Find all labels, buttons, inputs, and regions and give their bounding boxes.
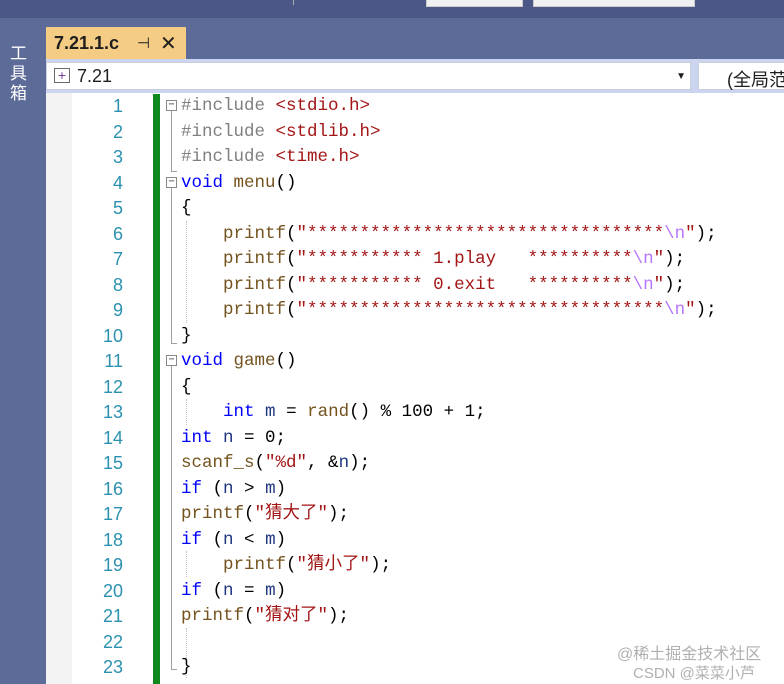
chevron-down-icon[interactable]: ▼ — [676, 71, 686, 82]
tab-title: 7.21.1.c — [54, 33, 120, 53]
watermark-csdn: CSDN @菜菜小芦 — [633, 665, 755, 682]
line-number: 21 — [102, 606, 123, 626]
code-text[interactable]: printf("********************************… — [181, 222, 717, 247]
watermark-juejin: @稀土掘金技术社区 — [617, 646, 762, 663]
line-number: 9 — [112, 300, 123, 320]
code-text[interactable]: if (n = m) — [181, 579, 286, 604]
line-number: 22 — [102, 631, 123, 652]
code-text[interactable]: if (n < m) — [181, 528, 286, 553]
code-line[interactable]: 10} — [46, 324, 784, 350]
code-text[interactable]: if (n > m) — [181, 477, 286, 502]
pin-icon[interactable]: ⊣ — [137, 34, 150, 52]
line-number: 16 — [102, 478, 123, 499]
line-number: 1 — [112, 96, 123, 116]
code-text[interactable]: #include <stdio.h> — [181, 94, 370, 119]
code-line[interactable]: 17 printf("猜大了"); — [46, 502, 784, 528]
line-number: 11 — [104, 351, 123, 371]
project-dropdown[interactable]: + 7.21 ▼ — [46, 62, 691, 90]
code-text[interactable]: printf("猜小了"); — [181, 553, 391, 578]
code-line[interactable]: 13 int m = rand() % 100 + 1; — [46, 400, 784, 426]
code-text[interactable]: #include <stdlib.h> — [181, 120, 381, 145]
navigation-bar: + 7.21 ▼ (全局范 — [46, 59, 784, 93]
line-number: 2 — [112, 121, 123, 142]
code-text[interactable]: { — [181, 375, 192, 400]
code-text[interactable]: printf("*********** 0.exit **********\n"… — [181, 273, 685, 298]
line-number: 18 — [102, 529, 123, 550]
code-line[interactable]: 3 #include <time.h> — [46, 145, 784, 171]
tab-file-7-21-1-c[interactable]: 7.21.1.c ⊣ ✕ — [46, 27, 186, 59]
line-number: 12 — [102, 376, 123, 397]
scope-dropdown-value: (全局范 — [727, 70, 784, 90]
line-number: 13 — [102, 402, 123, 422]
line-number: 14 — [102, 427, 123, 448]
line-number: 17 — [102, 504, 123, 524]
code-line[interactable]: 19 printf("猜小了"); — [46, 553, 784, 579]
code-text[interactable]: printf("*********** 1.play **********\n"… — [181, 247, 685, 272]
line-number: 6 — [112, 223, 123, 244]
close-icon[interactable]: ✕ — [160, 31, 177, 56]
code-text[interactable]: void game() — [181, 349, 297, 374]
line-number: 19 — [102, 555, 123, 575]
code-line[interactable]: 2 #include <stdlib.h> — [46, 120, 784, 146]
code-line[interactable]: 11 void game() — [46, 349, 784, 375]
line-number: 15 — [102, 453, 123, 473]
code-line[interactable]: 6 printf("******************************… — [46, 222, 784, 248]
code-text[interactable]: scanf_s("%d", &n); — [181, 451, 370, 476]
line-number: 5 — [112, 198, 123, 218]
code-line[interactable]: 12 { — [46, 375, 784, 401]
code-line[interactable]: 15 scanf_s("%d", &n); — [46, 451, 784, 477]
project-dropdown-value: 7.21 — [77, 66, 113, 86]
code-text[interactable]: int m = rand() % 100 + 1; — [181, 400, 486, 425]
line-number: 3 — [112, 147, 123, 167]
code-text[interactable]: { — [181, 196, 192, 221]
line-number: 4 — [112, 172, 123, 193]
code-line[interactable]: 8 printf("*********** 0.exit **********\… — [46, 273, 784, 299]
line-number: 10 — [102, 325, 123, 346]
code-line[interactable]: 5{ — [46, 196, 784, 222]
code-editor[interactable]: − − − 1 #include <stdio.h> 2 #include <stdl… — [46, 93, 784, 684]
code-text[interactable]: int n = 0; — [181, 426, 286, 451]
code-text[interactable]: printf("********************************… — [181, 298, 717, 323]
code-line[interactable]: 16 if (n > m) — [46, 477, 784, 503]
code-line[interactable]: 21 printf("猜对了"); — [46, 604, 784, 630]
code-line[interactable]: 4 void menu() — [46, 171, 784, 197]
line-number: 7 — [112, 249, 123, 269]
code-line[interactable]: 9 printf("******************************… — [46, 298, 784, 324]
code-text[interactable]: printf("猜大了"); — [181, 502, 349, 527]
code-line[interactable]: 20 if (n = m) — [46, 579, 784, 605]
code-line[interactable]: 18 if (n < m) — [46, 528, 784, 554]
scope-dropdown[interactable]: (全局范 — [698, 62, 784, 90]
code-line[interactable]: 1 #include <stdio.h> — [46, 94, 784, 120]
code-line[interactable]: 7 printf("*********** 1.play **********\… — [46, 247, 784, 273]
code-text[interactable]: } — [181, 324, 192, 349]
code-text[interactable]: #include <time.h> — [181, 145, 360, 170]
project-icon: + — [54, 68, 70, 83]
toolbox-label[interactable]: 工具箱 — [10, 44, 32, 104]
code-text[interactable]: void menu() — [181, 171, 297, 196]
line-number: 20 — [102, 580, 123, 601]
toolbox-panel[interactable]: 工具箱 — [0, 18, 40, 684]
top-toolbar-strip — [0, 0, 784, 18]
code-text[interactable]: printf("猜对了"); — [181, 604, 349, 629]
code-text[interactable]: } — [181, 655, 192, 680]
code-line[interactable]: 14 int n = 0; — [46, 426, 784, 452]
line-number: 23 — [102, 657, 123, 677]
line-number: 8 — [112, 274, 123, 295]
